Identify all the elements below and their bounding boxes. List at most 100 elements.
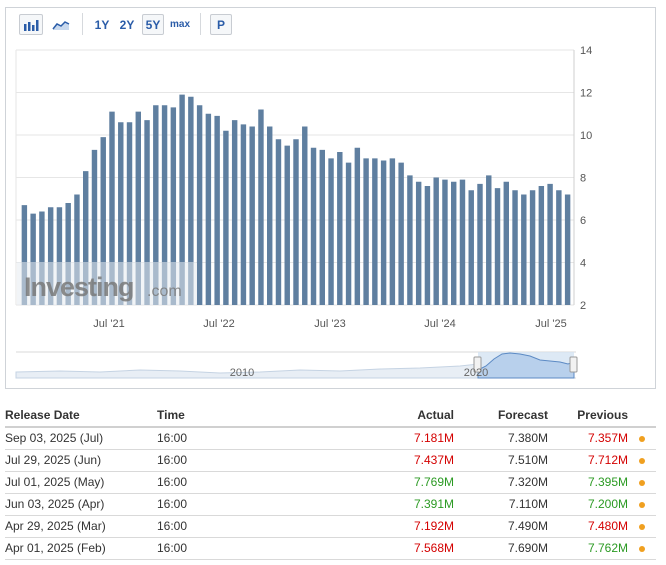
bar[interactable] [433,177,439,306]
bar[interactable] [328,158,334,305]
header-previous[interactable]: Previous [548,403,628,428]
table-row: Apr 01, 2025 (Feb) 16:00 7.568M 7.690M 7.762… [5,537,656,560]
header-time[interactable]: Time [157,403,357,428]
bar[interactable] [468,190,474,305]
navigator-handle[interactable] [569,356,578,373]
bar[interactable] [214,115,220,306]
forecast-cell: 7.510M [454,449,548,472]
bar[interactable] [240,124,247,306]
bar[interactable] [529,190,536,305]
forecast-cell: 7.380M [454,427,548,450]
bar[interactable] [223,130,229,305]
bar[interactable] [302,126,308,306]
header-release-date[interactable]: Release Date [5,403,157,428]
actual-cell: 7.437M [357,449,454,472]
bar[interactable] [258,109,264,306]
bar[interactable] [424,186,431,305]
bar[interactable] [477,183,483,306]
release-date-cell: Sep 03, 2025 (Jul) [5,427,157,450]
table-row: Sep 03, 2025 (Jul) 16:00 7.181M 7.380M 7.357… [5,427,656,450]
forecast-cell: 7.490M [454,515,548,538]
bar[interactable] [249,126,255,306]
time-cell: 16:00 [157,493,357,516]
time-cell: 16:00 [157,515,357,538]
alert-dot-icon [639,436,645,443]
bar[interactable] [503,181,509,305]
alert-indicator[interactable] [628,493,656,516]
bar[interactable] [389,158,396,305]
alert-indicator[interactable] [628,537,656,560]
bar[interactable] [372,158,378,305]
alert-indicator[interactable] [628,471,656,494]
time-cell: 16:00 [157,449,357,472]
actual-cell: 7.192M [357,515,454,538]
bar[interactable] [310,147,317,305]
bar[interactable] [451,181,457,305]
bar[interactable] [267,126,273,306]
y-tick-label: 6 [580,215,586,227]
bar[interactable] [231,120,238,306]
bar[interactable] [564,194,571,306]
header-actual[interactable]: Actual [357,403,454,428]
x-tick-label: Jul '22 [203,318,234,330]
alert-indicator[interactable] [628,449,656,472]
release-date-cell: Jul 29, 2025 (Jun) [5,449,157,472]
bar[interactable] [380,160,387,306]
alert-dot-icon [639,523,645,530]
bar[interactable] [486,175,492,306]
bar[interactable] [556,190,562,305]
bar[interactable] [442,179,448,306]
bar[interactable] [547,183,553,306]
watermark-brand: Investing [24,272,134,302]
release-date-cell: Jul 01, 2025 (May) [5,471,157,494]
actual-cell: 7.181M [357,427,454,450]
table-row: Apr 29, 2025 (Mar) 16:00 7.192M 7.490M 7.480… [5,515,656,538]
bar[interactable] [284,145,290,306]
header-forecast[interactable]: Forecast [454,403,548,428]
release-date-cell: Apr 29, 2025 (Mar) [5,515,157,538]
forecast-cell: 7.110M [454,493,548,516]
bar[interactable] [538,186,545,305]
bar-chart: 2 4 6 8 10 12 14 Jul '21 Jul '22 Jul '23 Jul '24 Ju… [15,45,592,379]
bar[interactable] [319,149,325,305]
y-tick-label: 12 [580,88,592,100]
alert-dot-icon [639,501,645,508]
bar[interactable] [196,105,203,305]
navigator-year-label: 2020 [464,367,488,379]
table-row: Jul 01, 2025 (May) 16:00 7.769M 7.320M 7.395… [5,471,656,494]
bar[interactable] [345,162,352,305]
bar[interactable] [205,113,212,305]
bar[interactable] [275,139,282,305]
bar[interactable] [512,190,518,305]
previous-cell: 7.762M [548,537,628,560]
bar[interactable] [337,152,343,305]
navigator-year-label: 2010 [230,367,254,379]
previous-cell: 7.200M [548,493,628,516]
x-tick-label: Jul '25 [535,318,566,330]
time-cell: 16:00 [157,537,357,560]
table-row: Jun 03, 2025 (Apr) 16:00 7.391M 7.110M 7.200… [5,493,656,516]
bar[interactable] [407,175,413,306]
bar[interactable] [293,139,299,305]
alert-indicator[interactable] [628,427,656,450]
time-cell: 16:00 [157,471,357,494]
y-tick-label: 2 [580,300,586,312]
bar[interactable] [415,181,422,305]
bar[interactable] [494,188,501,306]
y-tick-label: 10 [580,130,592,142]
table-header-row: Release Date Time Actual Forecast Previo… [5,403,656,428]
forecast-cell: 7.320M [454,471,548,494]
bar[interactable] [398,162,404,305]
bar[interactable] [363,158,369,305]
previous-cell: 7.395M [548,471,628,494]
previous-cell: 7.357M [548,427,628,450]
alert-dot-icon [639,479,645,486]
y-tick-label: 4 [580,258,586,270]
release-date-cell: Jun 03, 2025 (Apr) [5,493,157,516]
alert-indicator[interactable] [628,515,656,538]
bar[interactable] [354,147,361,305]
table-row: Jul 29, 2025 (Jun) 16:00 7.437M 7.510M 7.712… [5,449,656,472]
bar[interactable] [521,194,527,306]
header-importance [628,403,656,428]
bar[interactable] [459,179,466,306]
